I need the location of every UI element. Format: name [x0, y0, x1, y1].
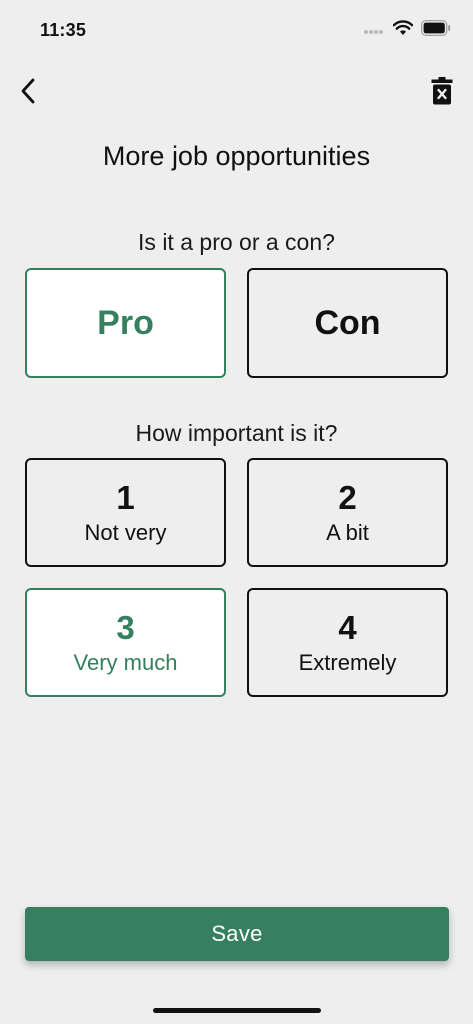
importance-question: How important is it? [135, 420, 338, 446]
importance-option-3[interactable]: 3 Very much [25, 588, 226, 697]
signal-icon [364, 30, 383, 34]
importance-label: Not very [84, 519, 167, 545]
back-button[interactable] [12, 72, 46, 110]
importance-label: Very much [73, 649, 178, 675]
home-indicator [153, 1008, 321, 1013]
importance-option-2[interactable]: 2 A bit [247, 458, 448, 567]
chevron-left-icon [21, 78, 35, 104]
importance-number: 4 [338, 608, 357, 646]
importance-option-4[interactable]: 4 Extremely [247, 588, 448, 697]
pro-option[interactable]: Pro [25, 268, 226, 378]
battery-icon [421, 20, 451, 36]
delete-button[interactable] [427, 72, 457, 110]
wifi-icon [393, 20, 413, 35]
status-time: 11:35 [40, 20, 87, 40]
importance-label: A bit [326, 519, 369, 545]
importance-number: 2 [338, 478, 357, 516]
con-option[interactable]: Con [247, 268, 448, 378]
save-button[interactable]: Save [25, 907, 449, 961]
trash-icon [431, 77, 453, 105]
importance-option-1[interactable]: 1 Not very [25, 458, 226, 567]
page-title: More job opportunities [102, 141, 371, 171]
procon-question: Is it a pro or a con? [138, 229, 335, 255]
con-option-label: Con [314, 303, 381, 342]
status-bar: 11:35 [0, 0, 473, 60]
status-icons [363, 18, 451, 38]
save-button-label: Save [211, 921, 263, 946]
importance-number: 1 [116, 478, 135, 516]
importance-number: 3 [116, 608, 135, 646]
importance-label: Extremely [298, 649, 397, 675]
pro-option-label: Pro [97, 303, 154, 342]
